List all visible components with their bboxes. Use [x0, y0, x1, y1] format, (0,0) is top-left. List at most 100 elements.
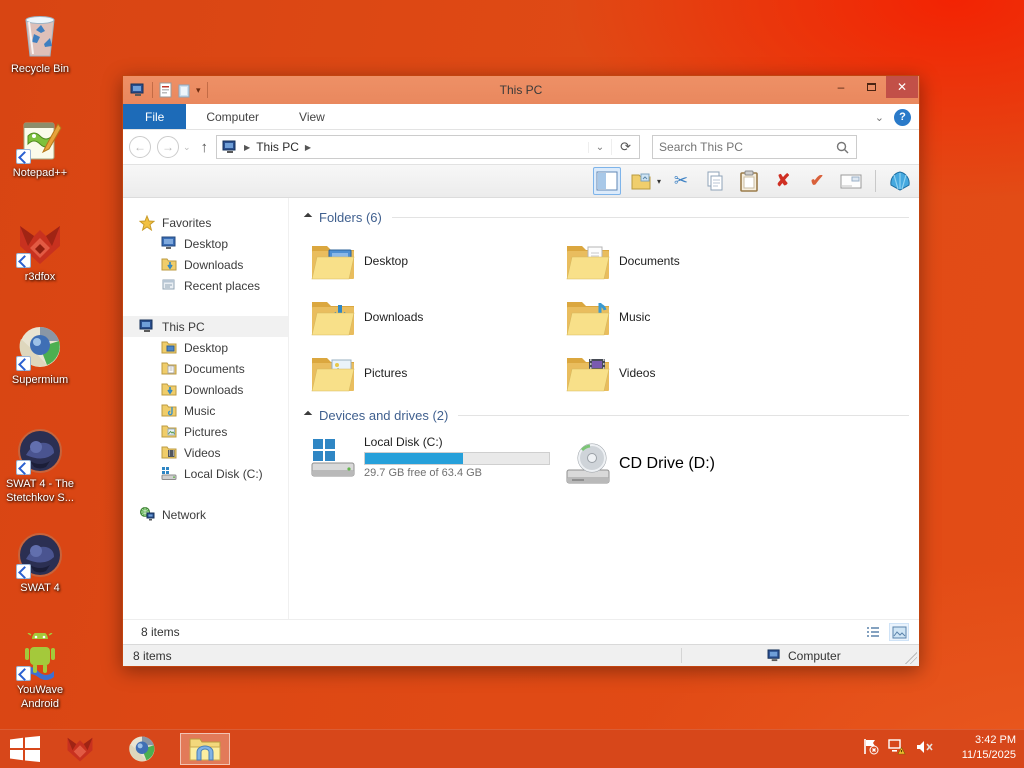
preview-pane-toggle-icon[interactable] — [593, 167, 621, 195]
maximize-button[interactable] — [856, 76, 886, 98]
taskbar: 3:42 PM 11/15/2025 — [0, 729, 1024, 768]
downloads-folder-icon — [161, 257, 177, 273]
start-button[interactable] — [10, 736, 40, 762]
group-header-folders[interactable]: Folders (6) — [303, 209, 909, 225]
shortcut-arrow-icon — [16, 149, 31, 164]
sidebar-item-pictures[interactable]: Pictures — [123, 421, 288, 442]
group-collapse-icon[interactable] — [303, 410, 313, 420]
up-button[interactable]: ↑ — [201, 139, 209, 156]
copy-icon[interactable] — [701, 167, 729, 195]
sidebar-item-downloads[interactable]: Downloads — [123, 379, 288, 400]
group-collapse-icon[interactable] — [303, 212, 313, 222]
sidebar-item-fav-desktop[interactable]: Desktop — [123, 233, 288, 254]
delete-icon[interactable]: ✘ — [769, 167, 797, 195]
large-icons-view-icon[interactable] — [889, 623, 909, 641]
status-bar: 8 items — [123, 619, 919, 644]
desktop-folder-icon — [311, 246, 355, 280]
title-bar[interactable]: ▾ This PC – ✕ — [123, 76, 919, 104]
pictures-folder-icon — [311, 358, 355, 392]
status-location: Computer — [788, 648, 841, 663]
volume-muted-icon[interactable] — [916, 739, 934, 755]
local-disk-icon — [161, 466, 177, 482]
desktop-icon-label: YouWave Android — [16, 684, 64, 710]
resize-grip[interactable] — [905, 652, 917, 664]
sidebar-item-music[interactable]: Music — [123, 400, 288, 421]
cut-icon[interactable]: ✂ — [667, 167, 695, 195]
folder-tile-downloads[interactable]: Downloads — [309, 289, 564, 345]
explorer-content: Favorites Desktop Downloads Recent place… — [123, 198, 919, 619]
address-bar[interactable]: ▶ This PC ▶ ⌄ ⟳ — [216, 135, 641, 159]
taskbar-item-file-explorer[interactable] — [180, 733, 230, 765]
tab-view[interactable]: View — [279, 104, 345, 129]
desktop-icon-r3dfox[interactable]: r3dfox — [1, 220, 79, 285]
folders-grid: Desktop Documents Downloads Music Pictur… — [309, 233, 909, 401]
recent-locations-chevron-icon[interactable]: ⌄ — [183, 142, 191, 153]
status-divider — [681, 648, 682, 663]
breadcrumb-arrow-icon[interactable]: ▶ — [244, 143, 250, 152]
tab-computer[interactable]: Computer — [186, 104, 279, 129]
system-tray — [862, 738, 934, 755]
properties-check-icon[interactable]: ✔ — [803, 167, 831, 195]
folder-tile-pictures[interactable]: Pictures — [309, 345, 564, 401]
folder-options-dropdown-icon[interactable]: ▾ — [657, 177, 661, 186]
drive-name: CD Drive (D:) — [619, 455, 715, 472]
desktop-icon-recycle-bin[interactable]: Recycle Bin — [1, 12, 79, 77]
sidebar-item-videos[interactable]: Videos — [123, 442, 288, 463]
help-icon[interactable]: ? — [894, 108, 911, 126]
folder-tile-documents[interactable]: Documents — [564, 233, 819, 289]
desktop-icon-notepad-plus-plus[interactable]: Notepad++ — [1, 116, 79, 181]
group-header-devices[interactable]: Devices and drives (2) — [303, 407, 909, 423]
folder-tile-videos[interactable]: Videos — [564, 345, 819, 401]
drive-tile-cd-d[interactable]: CD Drive (D:) — [564, 433, 819, 495]
taskbar-item-supermium[interactable] — [120, 733, 164, 765]
forward-button[interactable]: → — [157, 136, 179, 158]
desktop-icon-label: SWAT 4 - The Stetchkov S... — [5, 478, 75, 504]
shortcut-arrow-icon — [16, 564, 31, 579]
minimize-button[interactable]: – — [826, 76, 856, 98]
details-view-icon[interactable] — [863, 623, 883, 641]
taskbar-item-r3dfox[interactable] — [58, 733, 102, 765]
address-dropdown-icon[interactable]: ⌄ — [587, 141, 611, 153]
disk-free-space: 29.7 GB free of 63.4 GB — [364, 467, 483, 479]
taskbar-clock[interactable]: 3:42 PM 11/15/2025 — [962, 733, 1016, 763]
network-warning-icon[interactable] — [888, 738, 907, 755]
close-button[interactable]: ✕ — [886, 76, 918, 98]
network-icon — [139, 506, 155, 523]
sidebar-item-favorites[interactable]: Favorites — [123, 212, 288, 233]
desktop-icon-label: Supermium — [11, 374, 69, 386]
sidebar-item-desktop[interactable]: Desktop — [123, 337, 288, 358]
sidebar-item-fav-downloads[interactable]: Downloads — [123, 254, 288, 275]
breadcrumb-arrow-icon[interactable]: ▶ — [305, 143, 311, 152]
desktop-icon-swat4[interactable]: SWAT 4 — [1, 531, 79, 596]
paste-icon[interactable] — [735, 167, 763, 195]
search-box[interactable] — [652, 135, 858, 159]
folder-options-icon[interactable] — [627, 167, 655, 195]
folder-tile-music[interactable]: Music — [564, 289, 819, 345]
desktop-icon-swat4-stetchkov[interactable]: SWAT 4 - The Stetchkov S... — [1, 427, 79, 506]
search-input[interactable] — [653, 140, 830, 154]
pictures-folder-icon — [161, 424, 177, 440]
action-center-flag-icon[interactable] — [862, 738, 879, 755]
sidebar-item-this-pc[interactable]: This PC — [123, 316, 288, 337]
devices-grid: Local Disk (C:) 29.7 GB free of 63.4 GB — [309, 433, 909, 495]
back-button[interactable]: ← — [129, 136, 151, 158]
desktop-icon-youwave-android[interactable]: YouWave Android — [1, 633, 79, 712]
drive-tile-local-disk-c[interactable]: Local Disk (C:) 29.7 GB free of 63.4 GB — [309, 433, 564, 495]
email-icon[interactable] — [837, 167, 865, 195]
ribbon-collapse-icon[interactable]: ⌄ — [875, 111, 884, 124]
music-folder-icon — [566, 302, 610, 336]
tab-file[interactable]: File — [123, 104, 187, 129]
explorer-window: ▾ This PC – ✕ File Computer View ⌄ ? ← →… — [122, 75, 920, 667]
folder-tile-desktop[interactable]: Desktop — [309, 233, 564, 289]
caption-buttons: – ✕ — [826, 76, 918, 98]
sidebar-item-network[interactable]: Network — [123, 504, 288, 525]
sidebar-item-documents[interactable]: Documents — [123, 358, 288, 379]
status-computer-icon — [767, 649, 782, 662]
breadcrumb-this-pc[interactable]: This PC — [256, 140, 299, 154]
classic-shell-settings-icon[interactable] — [886, 167, 914, 195]
sidebar-item-recent-places[interactable]: Recent places — [123, 275, 288, 296]
desktop-icon-label: SWAT 4 — [20, 582, 60, 594]
desktop-icon-supermium[interactable]: Supermium — [1, 323, 79, 388]
refresh-icon[interactable]: ⟳ — [611, 139, 639, 155]
sidebar-item-local-disk-c[interactable]: Local Disk (C:) — [123, 463, 288, 484]
